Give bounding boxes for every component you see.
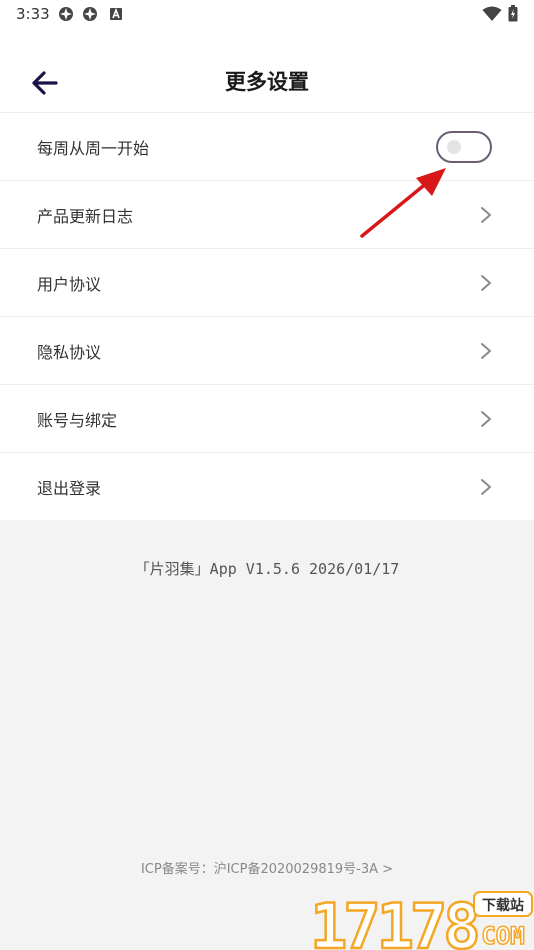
notification-app-icon <box>83 7 97 21</box>
setting-label: 退出登录 <box>37 478 102 498</box>
setting-label: 用户协议 <box>37 274 102 294</box>
setting-label: 账号与绑定 <box>37 410 118 430</box>
setting-privacy-policy[interactable]: 隐私协议 <box>0 317 534 385</box>
toggle-knob <box>447 139 461 154</box>
header: 更多设置 <box>0 28 534 112</box>
svg-text:下载站: 下载站 <box>482 897 524 914</box>
chevron-right-icon <box>481 206 491 223</box>
notification-a-icon <box>110 7 122 20</box>
chevron-right-icon <box>481 274 491 291</box>
notification-app-icon <box>59 7 73 21</box>
setting-user-agreement[interactable]: 用户协议 <box>0 249 534 317</box>
setting-label: 产品更新日志 <box>37 206 134 226</box>
app-version-text: 「片羽集」App V1.5.6 2026/01/17 <box>134 560 400 578</box>
annotation-arrow-icon <box>360 168 446 238</box>
svg-text:COM: COM <box>481 922 524 950</box>
chevron-right-icon <box>481 342 491 359</box>
setting-logout[interactable]: 退出登录 <box>0 453 534 520</box>
battery-icon <box>508 5 518 22</box>
wifi-icon <box>482 6 502 21</box>
status-bar: 3:33 <box>0 0 534 28</box>
svg-text:17178: 17178 <box>310 890 477 950</box>
setting-account-binding[interactable]: 账号与绑定 <box>0 385 534 453</box>
watermark-logo: 17178 下载站 COM <box>309 889 533 950</box>
setting-label: 隐私协议 <box>37 342 102 362</box>
setting-label: 每周从周一开始 <box>37 138 150 158</box>
icp-link[interactable]: ICP备案号：沪ICP备2020029819号-3A > <box>0 858 534 877</box>
chevron-right-icon <box>481 478 491 495</box>
status-time: 3:33 <box>16 5 50 23</box>
chevron-right-icon <box>481 410 491 427</box>
page-title: 更多设置 <box>225 70 309 94</box>
